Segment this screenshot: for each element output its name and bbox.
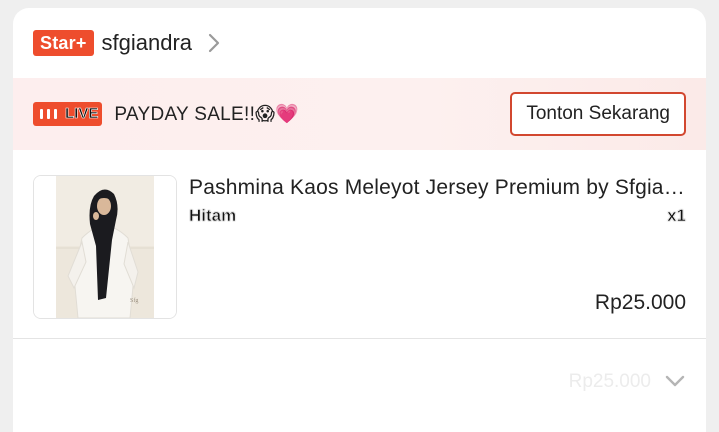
watch-now-button[interactable]: Tonton Sekarang (510, 92, 686, 136)
order-total: Rp25.000 (568, 371, 651, 392)
star-plus-badge: Star+ (33, 30, 94, 56)
chevron-right-icon[interactable] (206, 32, 222, 54)
product-image: Sfg (34, 176, 176, 318)
order-card: Star+ sfgiandra LIVE PAYDAY SALE!!😱💗 Ton… (13, 8, 706, 432)
shop-name[interactable]: sfgiandra (102, 30, 193, 56)
svg-text:Sfg: Sfg (130, 297, 138, 304)
product-quantity: x1 (667, 206, 687, 226)
product-name[interactable]: Pashmina Kaos Meleyot Jersey Premium by … (189, 176, 689, 200)
divider (13, 338, 706, 339)
chevron-down-icon[interactable] (664, 374, 686, 388)
shop-header[interactable]: Star+ sfgiandra (13, 8, 706, 78)
live-badge: LIVE (33, 102, 103, 126)
product-price: Rp25.000 (594, 291, 686, 314)
product-variant: Hitam (189, 206, 237, 226)
product-thumbnail[interactable]: Sfg (33, 175, 177, 319)
live-banner[interactable]: LIVE PAYDAY SALE!!😱💗 Tonton Sekarang (13, 78, 706, 150)
live-bars-icon (33, 102, 63, 126)
live-title: PAYDAY SALE!!😱💗 (114, 104, 300, 125)
live-badge-label: LIVE (63, 102, 103, 126)
